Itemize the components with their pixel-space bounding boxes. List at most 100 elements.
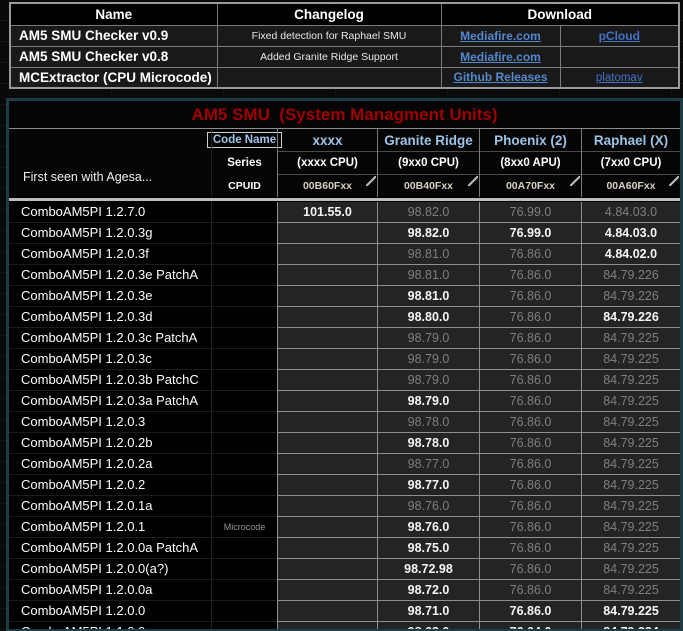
agesa-version-cell[interactable]: ComboAM5PI 1.2.0.1a	[9, 496, 212, 517]
smu-version-cell[interactable]: 98.81.0	[377, 244, 479, 265]
agesa-version-cell[interactable]: ComboAM5PI 1.1.0.0	[9, 622, 212, 631]
smu-version-cell[interactable]: 76.86.0	[479, 517, 581, 538]
agesa-version-cell[interactable]: ComboAM5PI 1.2.0.3	[9, 412, 212, 433]
smu-version-cell[interactable]: 98.82.0	[377, 202, 479, 223]
download-link-github-releases[interactable]: Github Releases	[453, 70, 547, 84]
smu-version-cell[interactable]: 76.86.0	[479, 475, 581, 496]
smu-version-cell[interactable]: 84.79.225	[581, 412, 680, 433]
smu-version-cell[interactable]: 84.79.225	[581, 349, 680, 370]
smu-version-cell[interactable]: 98.80.0	[377, 307, 479, 328]
agesa-version-cell[interactable]: ComboAM5PI 1.2.0.1	[9, 517, 212, 538]
smu-version-cell[interactable]: 98.79.0	[377, 391, 479, 412]
smu-version-cell[interactable]	[277, 412, 377, 433]
agesa-version-cell[interactable]: ComboAM5PI 1.2.0.3a PatchA	[9, 391, 212, 412]
download-link-platomav[interactable]: platomav	[596, 72, 643, 84]
smu-version-cell[interactable]: 98.77.0	[377, 454, 479, 475]
smu-version-cell[interactable]: 98.78.0	[377, 412, 479, 433]
smu-version-cell[interactable]: 84.79.225	[581, 538, 680, 559]
smu-version-cell[interactable]: 76.86.0	[479, 349, 581, 370]
smu-version-cell[interactable]: 76.86.0	[479, 328, 581, 349]
smu-version-cell[interactable]	[277, 349, 377, 370]
smu-version-cell[interactable]	[277, 538, 377, 559]
smu-version-cell[interactable]: 84.79.225	[581, 496, 680, 517]
smu-version-cell[interactable]: 98.78.0	[377, 433, 479, 454]
smu-version-cell[interactable]	[277, 496, 377, 517]
smu-version-cell[interactable]: 76.86.0	[479, 580, 581, 601]
smu-version-cell[interactable]	[277, 370, 377, 391]
smu-version-cell[interactable]: 98.63.0	[377, 622, 479, 631]
smu-version-cell[interactable]: 84.79.225	[581, 391, 680, 412]
agesa-version-cell[interactable]: ComboAM5PI 1.2.0.0a PatchA	[9, 538, 212, 559]
smu-version-cell[interactable]: 76.86.0	[479, 265, 581, 286]
smu-version-cell[interactable]: 98.81.0	[377, 265, 479, 286]
smu-version-cell[interactable]: 84.79.225	[581, 475, 680, 496]
download-link-pcloud[interactable]: pCloud	[599, 29, 640, 43]
smu-version-cell[interactable]: 98.76.0	[377, 496, 479, 517]
smu-version-cell[interactable]: 76.99.0	[479, 202, 581, 223]
smu-version-cell[interactable]: 84.79.226	[581, 307, 680, 328]
download-link-mediafire[interactable]: Mediafire.com	[460, 29, 541, 43]
smu-version-cell[interactable]	[277, 286, 377, 307]
smu-version-cell[interactable]: 98.76.0	[377, 517, 479, 538]
smu-version-cell[interactable]: 76.86.0	[479, 601, 581, 622]
smu-version-cell[interactable]: 98.79.0	[377, 370, 479, 391]
agesa-version-cell[interactable]: ComboAM5PI 1.2.0.0(a?)	[9, 559, 212, 580]
smu-version-cell[interactable]	[277, 391, 377, 412]
smu-version-cell[interactable]: 84.79.225	[581, 559, 680, 580]
smu-version-cell[interactable]	[277, 454, 377, 475]
smu-version-cell[interactable]	[277, 244, 377, 265]
smu-version-cell[interactable]	[277, 475, 377, 496]
smu-version-cell[interactable]: 76.86.0	[479, 559, 581, 580]
smu-version-cell[interactable]: 98.72.0	[377, 580, 479, 601]
download-link-mediafire[interactable]: Mediafire.com	[460, 50, 541, 64]
smu-version-cell[interactable]: 76.86.0	[479, 454, 581, 475]
agesa-version-cell[interactable]: ComboAM5PI 1.2.7.0	[9, 202, 212, 223]
smu-version-cell[interactable]: 76.86.0	[479, 391, 581, 412]
smu-version-cell[interactable]: 98.81.0	[377, 286, 479, 307]
smu-version-cell[interactable]: 84.79.225	[581, 580, 680, 601]
smu-version-cell[interactable]: 76.86.0	[479, 538, 581, 559]
smu-version-cell[interactable]: 4.84.03.0	[581, 202, 680, 223]
smu-version-cell[interactable]	[277, 265, 377, 286]
smu-version-cell[interactable]	[277, 601, 377, 622]
smu-version-cell[interactable]: 84.79.225	[581, 517, 680, 538]
smu-version-cell[interactable]: 84.79.226	[581, 265, 680, 286]
agesa-version-cell[interactable]: ComboAM5PI 1.2.0.0a	[9, 580, 212, 601]
agesa-version-cell[interactable]: ComboAM5PI 1.2.0.3g	[9, 223, 212, 244]
smu-version-cell[interactable]: 76.86.0	[479, 496, 581, 517]
smu-version-cell[interactable]: 98.72.98	[377, 559, 479, 580]
smu-version-cell[interactable]: 98.77.0	[377, 475, 479, 496]
smu-version-cell[interactable]: 84.79.225	[581, 328, 680, 349]
agesa-version-cell[interactable]: ComboAM5PI 1.2.0.3d	[9, 307, 212, 328]
smu-version-cell[interactable]: 76.86.0	[479, 370, 581, 391]
smu-version-cell[interactable]: 98.82.0	[377, 223, 479, 244]
agesa-version-cell[interactable]: ComboAM5PI 1.2.0.2b	[9, 433, 212, 454]
smu-version-cell[interactable]	[277, 622, 377, 631]
smu-version-cell[interactable]: 4.84.02.0	[581, 244, 680, 265]
smu-version-cell[interactable]: 84.79.226	[581, 286, 680, 307]
smu-version-cell[interactable]: 98.79.0	[377, 349, 479, 370]
smu-version-cell[interactable]: 76.86.0	[479, 286, 581, 307]
smu-version-cell[interactable]: 98.71.0	[377, 601, 479, 622]
agesa-version-cell[interactable]: ComboAM5PI 1.2.0.3e PatchA	[9, 265, 212, 286]
agesa-version-cell[interactable]: ComboAM5PI 1.2.0.0	[9, 601, 212, 622]
smu-version-cell[interactable]: 76.99.0	[479, 223, 581, 244]
agesa-version-cell[interactable]: ComboAM5PI 1.2.0.2a	[9, 454, 212, 475]
agesa-version-cell[interactable]: ComboAM5PI 1.2.0.2	[9, 475, 212, 496]
smu-version-cell[interactable]	[277, 580, 377, 601]
smu-version-cell[interactable]: 76.86.0	[479, 412, 581, 433]
smu-version-cell[interactable]: 98.79.0	[377, 328, 479, 349]
agesa-version-cell[interactable]: ComboAM5PI 1.2.0.3f	[9, 244, 212, 265]
agesa-version-cell[interactable]: ComboAM5PI 1.2.0.3c PatchA	[9, 328, 212, 349]
smu-version-cell[interactable]	[277, 328, 377, 349]
agesa-version-cell[interactable]: ComboAM5PI 1.2.0.3c	[9, 349, 212, 370]
smu-version-cell[interactable]: 76.86.0	[479, 433, 581, 454]
smu-version-cell[interactable]	[277, 307, 377, 328]
smu-version-cell[interactable]	[277, 517, 377, 538]
agesa-version-cell[interactable]: ComboAM5PI 1.2.0.3b PatchC	[9, 370, 212, 391]
smu-version-cell[interactable]: 84.79.225	[581, 454, 680, 475]
smu-version-cell[interactable]: 76.86.0	[479, 307, 581, 328]
smu-version-cell[interactable]: 76.86.0	[479, 244, 581, 265]
smu-version-cell[interactable]	[277, 433, 377, 454]
smu-version-cell[interactable]: 84.79.225	[581, 601, 680, 622]
